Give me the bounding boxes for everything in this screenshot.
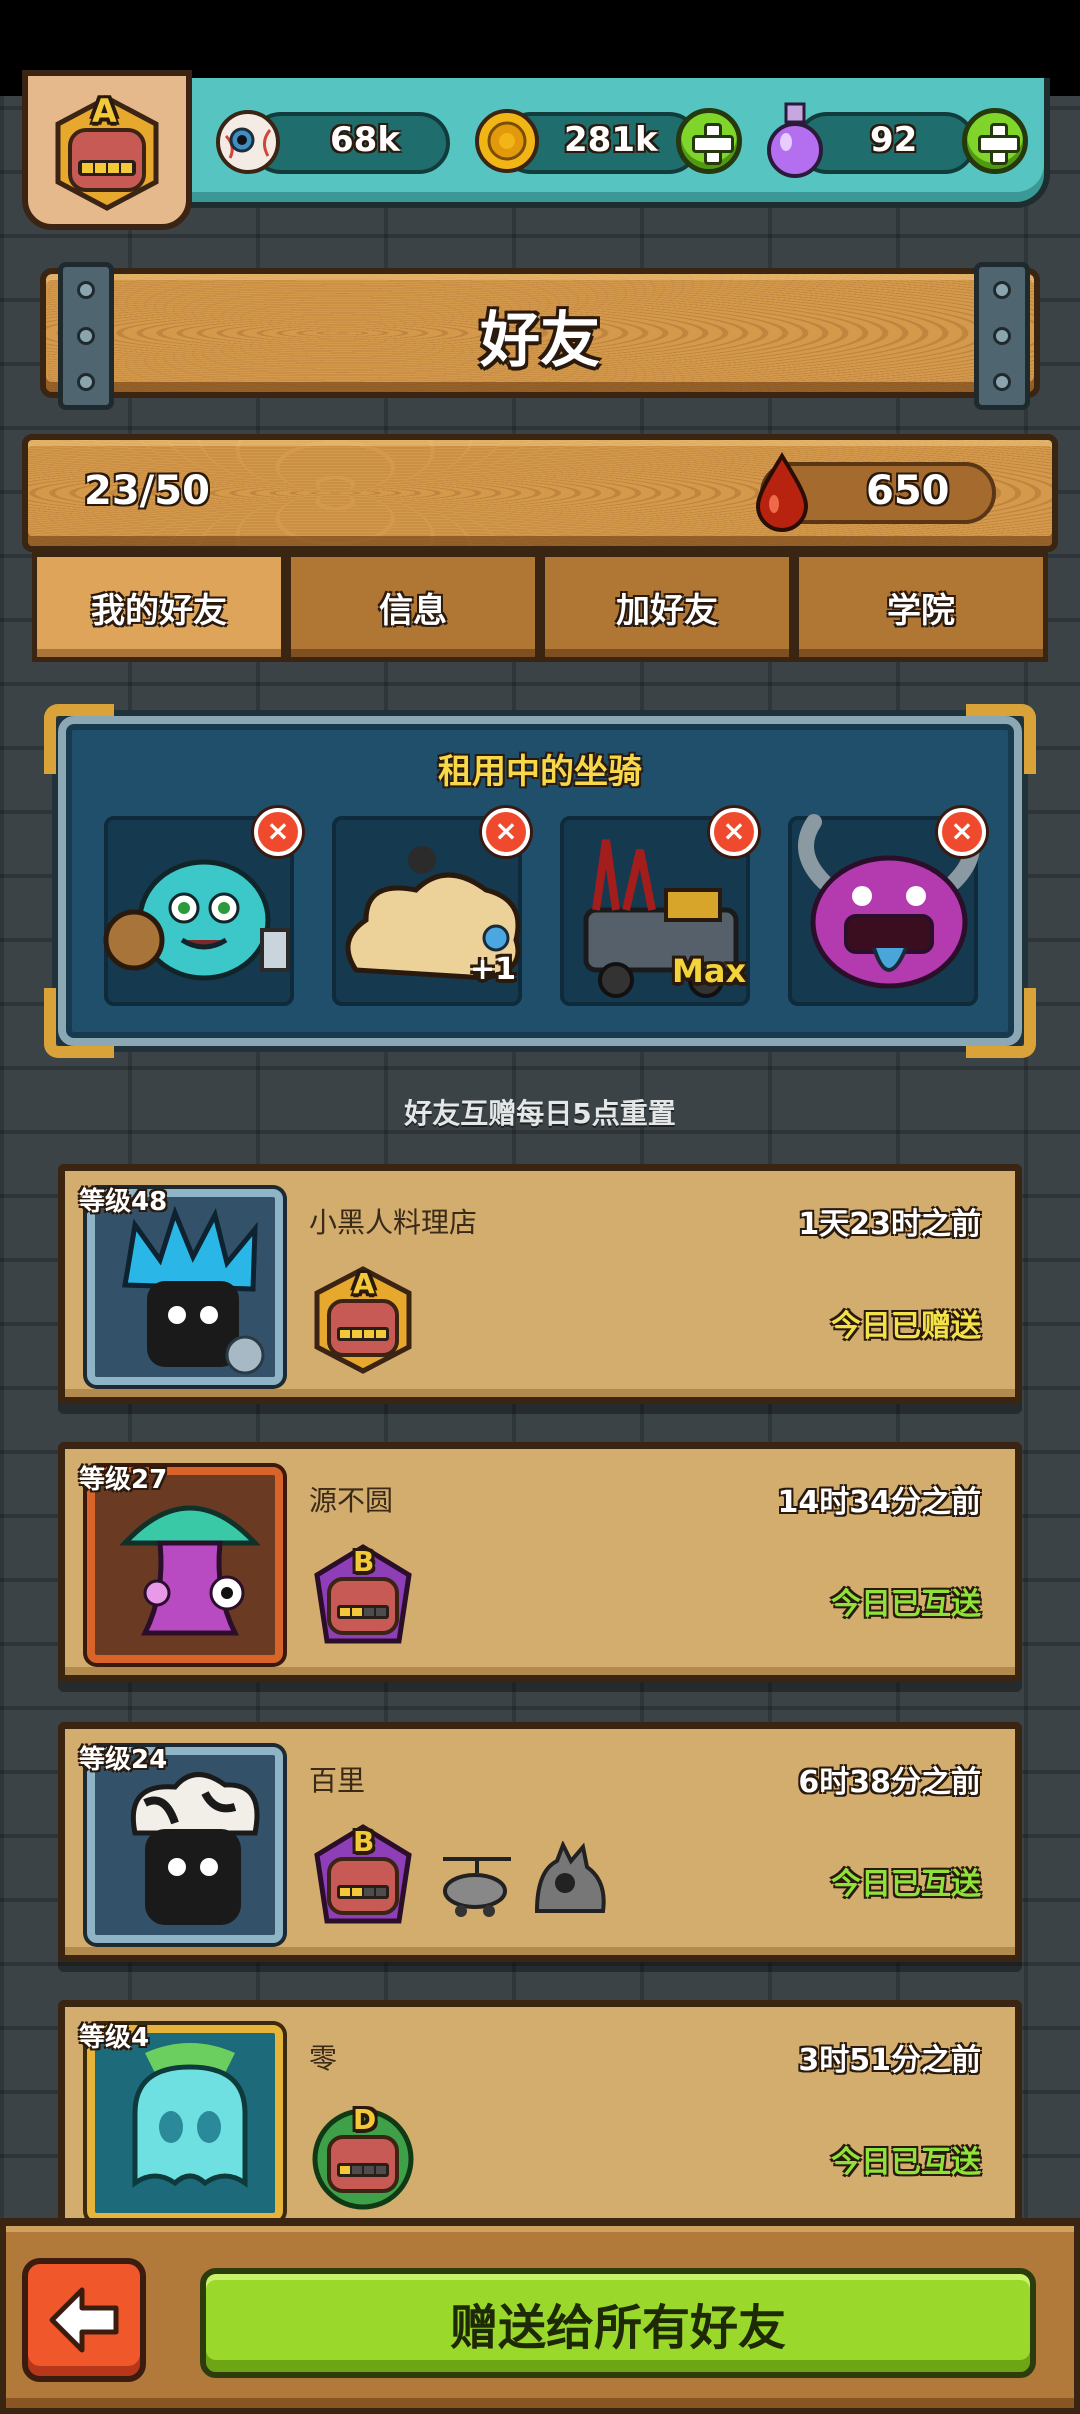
friend-card[interactable]: 等级4 零 3时51分之前 D 今日已互送 bbox=[58, 2000, 1022, 2240]
player-rank-letter: A bbox=[92, 92, 117, 130]
mount-2-badge: +1 bbox=[470, 952, 517, 987]
potions-value: 92 bbox=[870, 120, 918, 160]
remove-mount-3-button[interactable]: × bbox=[710, 808, 758, 856]
remove-mount-2-button[interactable]: × bbox=[482, 808, 530, 856]
potion-icon bbox=[767, 102, 823, 178]
friend-last-seen: 6时38分之前 bbox=[798, 1765, 981, 1800]
friend-level: 等级48 bbox=[79, 1187, 168, 1217]
chef-hat-avatar-icon bbox=[130, 1772, 260, 1925]
friend-rank-letter: B bbox=[353, 1545, 375, 1578]
friend-gift-status: 今日已互送 bbox=[831, 2145, 981, 2180]
remove-mount-4-button[interactable]: × bbox=[938, 808, 986, 856]
friend-card[interactable]: 等级24 百里 6时38分之前 B 今日已互送 bbox=[58, 1722, 1022, 1962]
tab-label: 我的好友 bbox=[91, 590, 227, 631]
remove-mount-1-button[interactable]: × bbox=[254, 808, 302, 856]
friend-count: 23/50 bbox=[84, 468, 210, 514]
helicopter-mount-icon bbox=[443, 1857, 511, 1917]
tab-label: 加好友 bbox=[616, 590, 718, 631]
coin-icon bbox=[475, 109, 539, 173]
arrow-left-icon bbox=[49, 2287, 119, 2353]
friend-name: 零 bbox=[309, 2042, 338, 2075]
friend-card[interactable]: 等级48 小黑人料理店 1天23时之前 A 今日已赠送 bbox=[58, 1164, 1022, 1404]
send-to-all-label: 赠送给所有好友 bbox=[449, 2300, 786, 2356]
tab-bar: 我的好友 信息 加好友 学院 bbox=[32, 552, 1048, 662]
add-potions-button[interactable] bbox=[962, 108, 1028, 174]
friend-name: 百里 bbox=[309, 1764, 366, 1797]
eyes-value: 68k bbox=[330, 120, 400, 160]
tab-academy[interactable]: 学院 bbox=[794, 552, 1048, 662]
purple-jellyfish-avatar-icon bbox=[119, 1505, 261, 1636]
friend-last-seen: 3时51分之前 bbox=[798, 2043, 981, 2078]
friend-name: 源不圆 bbox=[309, 1484, 394, 1517]
friend-rank-letter: D bbox=[353, 2103, 377, 2136]
beast-mount-icon bbox=[534, 1841, 606, 1913]
ghost-avatar-icon bbox=[132, 2043, 248, 2188]
eyeball-icon bbox=[216, 110, 280, 174]
friend-level: 等级4 bbox=[79, 2023, 150, 2053]
friend-gift-status: 今日已互送 bbox=[831, 1867, 981, 1902]
send-to-all-friends-button[interactable]: 赠送给所有好友 bbox=[200, 2268, 1036, 2378]
reset-note: 好友互赠每日5点重置 bbox=[404, 1097, 676, 1130]
friend-level: 等级24 bbox=[79, 1745, 168, 1775]
friend-rank-letter: A bbox=[353, 1267, 375, 1300]
mount-3-badge: Max bbox=[672, 952, 747, 990]
tab-label: 学院 bbox=[887, 590, 955, 631]
mounts-title: 租用中的坐骑 bbox=[438, 752, 642, 792]
tab-label: 信息 bbox=[379, 590, 447, 631]
spiky-blue-hair-avatar-icon bbox=[122, 1205, 265, 1375]
tab-add-friend[interactable]: 加好友 bbox=[540, 552, 794, 662]
friend-card[interactable]: 等级27 源不圆 14时34分之前 B 今日已互送 bbox=[58, 1442, 1022, 1682]
friend-name: 小黑人料理店 bbox=[309, 1206, 478, 1239]
friend-last-seen: 14时34分之前 bbox=[777, 1485, 982, 1520]
coins-value: 281k bbox=[564, 120, 658, 160]
tab-messages[interactable]: 信息 bbox=[286, 552, 540, 662]
friend-rank-letter: B bbox=[353, 1825, 375, 1858]
tab-my-friends[interactable]: 我的好友 bbox=[32, 552, 286, 662]
page-title: 好友 bbox=[480, 306, 600, 376]
blood-value: 650 bbox=[866, 468, 950, 514]
friend-gift-status: 今日已互送 bbox=[831, 1587, 981, 1622]
add-coins-button[interactable] bbox=[676, 108, 742, 174]
back-button[interactable] bbox=[22, 2258, 146, 2382]
friend-level: 等级27 bbox=[79, 1465, 168, 1495]
friend-last-seen: 1天23时之前 bbox=[798, 1207, 981, 1242]
friend-gift-status: 今日已赠送 bbox=[831, 1309, 981, 1344]
blood-drop-icon bbox=[755, 452, 809, 532]
